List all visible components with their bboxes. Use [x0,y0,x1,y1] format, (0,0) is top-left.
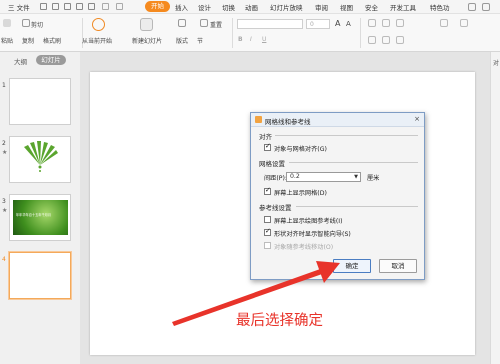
annotation-text: 最后选择确定 [236,313,323,329]
